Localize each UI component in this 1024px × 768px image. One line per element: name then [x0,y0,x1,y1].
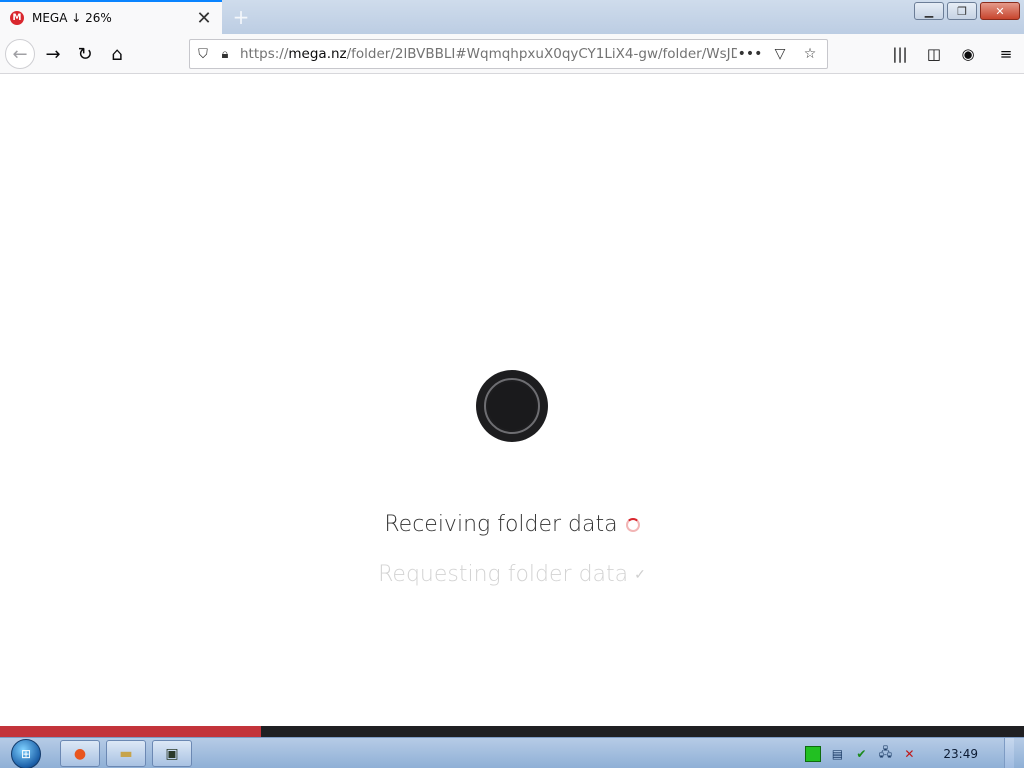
home-button[interactable]: ⌂ [102,39,132,69]
close-window-button[interactable]: ✕ [980,2,1020,20]
page-actions-icon[interactable]: ••• [737,41,763,67]
new-tab-button[interactable]: + [228,4,254,30]
tab-mega[interactable]: M MEGA ↓ 26% ✕ [0,0,222,34]
status-green-icon[interactable] [805,745,822,762]
mega-favicon-icon: M [10,11,24,25]
lock-icon[interactable]: 🔒︎ [216,40,234,68]
status-receiving: Receiving folder data [0,512,1024,537]
url-text[interactable]: https://mega.nz/folder/2lBVBBLI#Wqmqhpxu… [240,46,737,62]
arrow-right-icon: → [45,43,61,65]
url-scheme: https:// [240,46,289,62]
toolbar-right: ||| ◫ ◉ [884,39,984,69]
system-tray: ▤ ✔ 🖧︎ ✕ 23:49 [805,738,1024,768]
url-host: mega.nz [288,46,347,62]
status-requesting: Requesting folder data ✓ [0,562,1024,587]
bookmark-star-icon[interactable]: ☆ [797,41,823,67]
plus-icon: + [232,5,250,29]
checkmark-icon: ✓ [634,567,646,583]
security-check-icon[interactable]: ✔ [853,746,869,762]
minimize-button[interactable]: ▁ [914,2,944,20]
address-bar[interactable]: ⛉ 🔒︎ https://mega.nz/folder/2lBVBBLI#Wqm… [189,39,828,69]
taskbar-terminal[interactable]: ▣ [152,740,192,767]
download-progress-bar [0,726,1024,737]
tab-title: MEGA ↓ 26% [32,11,112,25]
back-button[interactable]: ← [5,39,35,69]
loading-spinner-icon [625,518,640,532]
tracking-protection-shield-icon[interactable]: ⛉ [190,40,216,68]
window-controls: ▁ ❐ ✕ [914,2,1020,20]
start-button[interactable]: ⊞ [6,738,46,768]
close-tab-icon[interactable]: ✕ [192,6,216,30]
menu-icon[interactable]: ≡ [990,39,1022,69]
mega-loading-logo-icon [476,370,548,442]
pocket-icon[interactable]: ▽ [767,41,793,67]
forward-button[interactable]: → [38,39,68,69]
download-progress-fill [0,726,262,737]
notes-icon[interactable]: ▤ [829,746,845,762]
show-desktop-button[interactable] [1004,738,1014,768]
sidebar-icon[interactable]: ◫ [918,39,950,69]
firefox-icon: ● [73,745,87,762]
restore-button[interactable]: ❐ [947,2,977,20]
taskbar: ⊞ ● ▬ ▣ ▤ ✔ 🖧︎ ✕ 23:49 [0,737,1024,768]
arrow-left-icon: ← [12,43,28,65]
library-icon[interactable]: ||| [884,39,916,69]
status-requesting-label: Requesting folder data [378,562,629,587]
windows-logo-icon: ⊞ [11,738,41,768]
account-icon[interactable]: ◉ [952,39,984,69]
status-receiving-label: Receiving folder data [384,512,618,537]
folder-icon: ▬ [119,745,133,762]
volume-muted-icon[interactable]: ✕ [901,746,917,762]
home-icon: ⌂ [111,43,123,65]
tab-strip: M MEGA ↓ 26% ✕ + ▁ ❐ ✕ [0,0,1024,34]
reload-button[interactable]: ↻ [70,39,100,69]
clock[interactable]: 23:49 [943,747,978,761]
taskbar-firefox[interactable]: ● [60,740,100,767]
url-actions: ••• ▽ ☆ [737,41,823,67]
terminal-icon: ▣ [165,745,179,762]
reload-icon: ↻ [77,43,93,65]
navigation-toolbar: ← → ↻ ⌂ ⛉ 🔒︎ https://mega.nz/folder/2lBV… [0,34,1024,74]
loading-ring [484,378,540,434]
page-content: Receiving folder data Requesting folder … [0,75,1024,726]
taskbar-explorer[interactable]: ▬ [106,740,146,767]
network-icon[interactable]: 🖧︎ [877,745,893,762]
url-path: /folder/2lBVBBLI#WqmqhpxuX0qyCY1LiX4-gw/… [346,46,737,62]
loading-core [488,382,536,430]
